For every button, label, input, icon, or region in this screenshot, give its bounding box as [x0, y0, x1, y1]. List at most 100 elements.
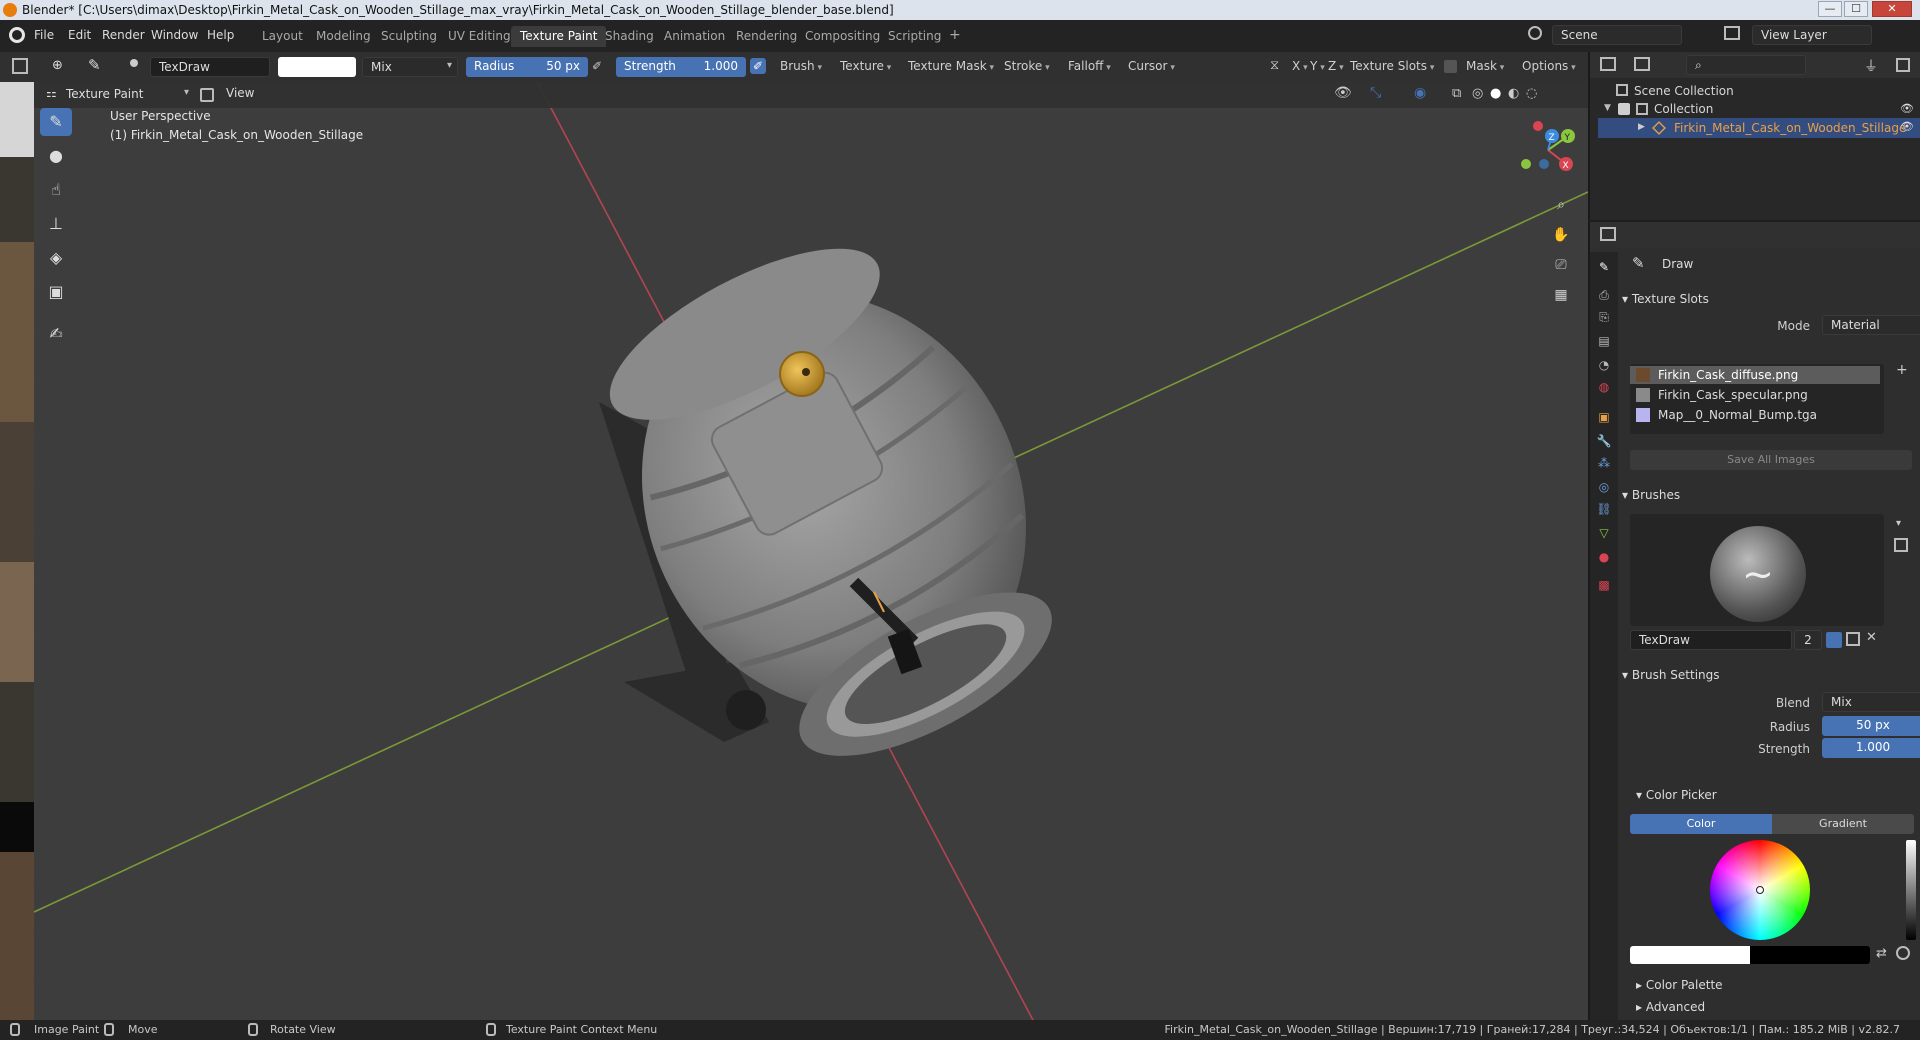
menu-texture[interactable]: Texture — [836, 57, 895, 77]
menu-view[interactable]: View — [226, 86, 254, 100]
menu-stroke[interactable]: Stroke — [1000, 57, 1054, 77]
collection-checkbox[interactable] — [1618, 103, 1630, 115]
wireframe-shading-icon[interactable]: ◎ — [1472, 86, 1483, 101]
material-tab-icon[interactable]: ● — [1595, 548, 1613, 566]
menu-mask[interactable]: Mask — [1462, 57, 1508, 77]
brush-strength-slider[interactable]: 1.000 — [1822, 738, 1920, 758]
fake-user-icon[interactable] — [130, 59, 138, 67]
texture-tab-icon[interactable]: ▩ — [1595, 576, 1613, 594]
brush-color-swatch[interactable] — [278, 57, 356, 77]
scene-icon[interactable] — [1528, 26, 1542, 40]
secondary-color-swatch[interactable] — [1750, 946, 1870, 964]
display-mode-icon[interactable] — [1634, 57, 1650, 71]
editor-type-icon[interactable] — [12, 58, 28, 74]
zoom-icon[interactable]: ⌕ — [1548, 192, 1574, 218]
brush-radius-slider[interactable]: 50 px — [1822, 716, 1920, 736]
fill-tool-icon[interactable]: ◈ — [40, 244, 72, 272]
menu-cursor[interactable]: Cursor — [1124, 57, 1179, 77]
menu-texture-slots[interactable]: Texture Slots — [1346, 57, 1438, 77]
brushes-section[interactable]: ▾ Brushes — [1622, 488, 1680, 510]
tab-animation[interactable]: Animation — [655, 26, 734, 47]
menu-help[interactable]: Help — [207, 28, 234, 42]
tab-texture-paint[interactable]: Texture Paint — [511, 26, 607, 47]
brush-datablock-name[interactable]: TexDraw — [1630, 630, 1792, 650]
blend-mode-dropdown[interactable]: Mix — [362, 57, 458, 77]
tab-layout[interactable]: Layout — [253, 26, 312, 47]
menu-options[interactable]: Options — [1518, 57, 1580, 77]
symmetry-y-toggle[interactable]: Y — [1308, 57, 1327, 77]
color-palette-section[interactable]: ▸ Color Palette — [1636, 978, 1723, 1000]
tab-uv-editing[interactable]: UV Editing — [439, 26, 520, 47]
filter-icon[interactable]: ⏚ — [1864, 56, 1878, 76]
brush-blend-dropdown[interactable]: Mix — [1822, 692, 1920, 712]
tab-rendering[interactable]: Rendering — [727, 26, 806, 47]
paint-mask-icon[interactable] — [200, 88, 214, 102]
outliner-object[interactable]: Firkin_Metal_Cask_on_Wooden_Stillage — [1674, 121, 1906, 135]
smear-tool-icon[interactable]: ☝ — [40, 176, 72, 204]
view-layer-selector[interactable]: View Layer — [1752, 25, 1872, 45]
fake-user-shield-icon[interactable] — [1826, 632, 1842, 648]
add-slot-button[interactable]: + — [1896, 362, 1908, 378]
menu-brush[interactable]: Brush — [776, 57, 826, 77]
properties-editor-icon[interactable] — [1600, 227, 1616, 241]
soften-tool-icon[interactable]: ● — [40, 142, 72, 170]
texture-slot-item[interactable]: Map__0_Normal_Bump.tga — [1630, 406, 1880, 424]
material-shading-icon[interactable]: ◐ — [1508, 86, 1519, 101]
interaction-mode-dropdown[interactable]: Texture Paint — [64, 85, 194, 105]
camera-view-icon[interactable]: ⎚ — [1548, 252, 1574, 278]
slot-mode-dropdown[interactable]: Material — [1822, 315, 1920, 335]
navigation-gizmo[interactable]: X Y Z — [1510, 112, 1586, 188]
pan-hand-icon[interactable]: ✋ — [1548, 222, 1574, 248]
mask-tool-icon[interactable]: ▣ — [40, 278, 72, 306]
modifier-tab-icon[interactable]: 🔧 — [1595, 432, 1613, 450]
outliner-collection[interactable]: Collection — [1654, 102, 1713, 116]
outliner-editor-icon[interactable] — [1600, 57, 1616, 71]
tab-shading[interactable]: Shading — [596, 26, 663, 47]
color-mode-tab[interactable]: Color — [1630, 814, 1772, 834]
object-tab-icon[interactable]: ▣ — [1595, 408, 1613, 426]
duplicate-brush-icon[interactable] — [1846, 632, 1860, 646]
brush-menu-chevron-icon[interactable]: ▾ — [1896, 518, 1901, 529]
value-slider[interactable] — [1906, 840, 1916, 940]
minimize-button[interactable]: — — [1818, 1, 1842, 17]
world-tab-icon[interactable]: ◍ — [1595, 378, 1613, 396]
menu-falloff[interactable]: Falloff — [1064, 57, 1115, 77]
outliner-scene-collection[interactable]: Scene Collection — [1634, 84, 1734, 98]
tool-tab-icon[interactable]: ✎ — [1595, 258, 1613, 276]
menu-texture-mask[interactable]: Texture Mask — [904, 57, 998, 77]
menu-edit[interactable]: Edit — [68, 28, 91, 42]
xray-toggle-icon[interactable]: ⧉ — [1452, 86, 1461, 101]
add-workspace-button[interactable]: + — [940, 24, 970, 45]
swap-colors-icon[interactable]: ⇄ — [1876, 946, 1887, 961]
3d-viewport[interactable] — [34, 82, 1588, 1020]
tab-modeling[interactable]: Modeling — [307, 26, 380, 47]
collection-visibility-icon[interactable]: 👁 — [1900, 102, 1914, 115]
primary-color-swatch[interactable] — [1630, 946, 1750, 964]
view-layer-tab-icon[interactable]: ▤ — [1595, 332, 1613, 350]
color-wheel-cursor[interactable] — [1756, 886, 1764, 894]
data-tab-icon[interactable]: ▽ — [1595, 524, 1613, 542]
brush-preview-type-icon[interactable] — [1894, 538, 1908, 552]
strength-pressure-icon[interactable]: ✐ — [750, 58, 767, 74]
maximize-button[interactable]: ☐ — [1844, 1, 1868, 17]
rendered-shading-icon[interactable]: ◌ — [1526, 86, 1537, 101]
texture-slots-section[interactable]: ▾ Texture Slots — [1622, 292, 1709, 314]
save-all-images-button[interactable]: Save All Images — [1630, 450, 1912, 470]
brush-settings-section[interactable]: ▾ Brush Settings — [1622, 668, 1720, 690]
color-unit-icon[interactable] — [1896, 946, 1910, 960]
object-expand-icon[interactable]: ▶ — [1638, 122, 1645, 132]
new-collection-icon[interactable] — [1896, 58, 1910, 72]
overlay-toggle-icon[interactable]: ◉ — [1414, 85, 1426, 101]
close-window-button[interactable]: ✕ — [1872, 1, 1912, 17]
menu-render[interactable]: Render — [102, 28, 145, 42]
paint-mode-icon[interactable]: ⊕ — [52, 58, 63, 73]
perspective-toggle-icon[interactable]: ▦ — [1548, 282, 1574, 308]
particles-tab-icon[interactable]: ⁂ — [1595, 454, 1613, 472]
symmetry-z-toggle[interactable]: Z — [1326, 57, 1346, 77]
output-tab-icon[interactable]: ⎘ — [1595, 308, 1613, 326]
physics-tab-icon[interactable]: ◎ — [1595, 478, 1613, 496]
brush-users-count[interactable]: 2 — [1794, 630, 1822, 650]
mask-checkbox[interactable] — [1444, 60, 1457, 73]
brush-name-field[interactable]: TexDraw — [150, 57, 270, 77]
tab-compositing[interactable]: Compositing — [796, 26, 889, 47]
